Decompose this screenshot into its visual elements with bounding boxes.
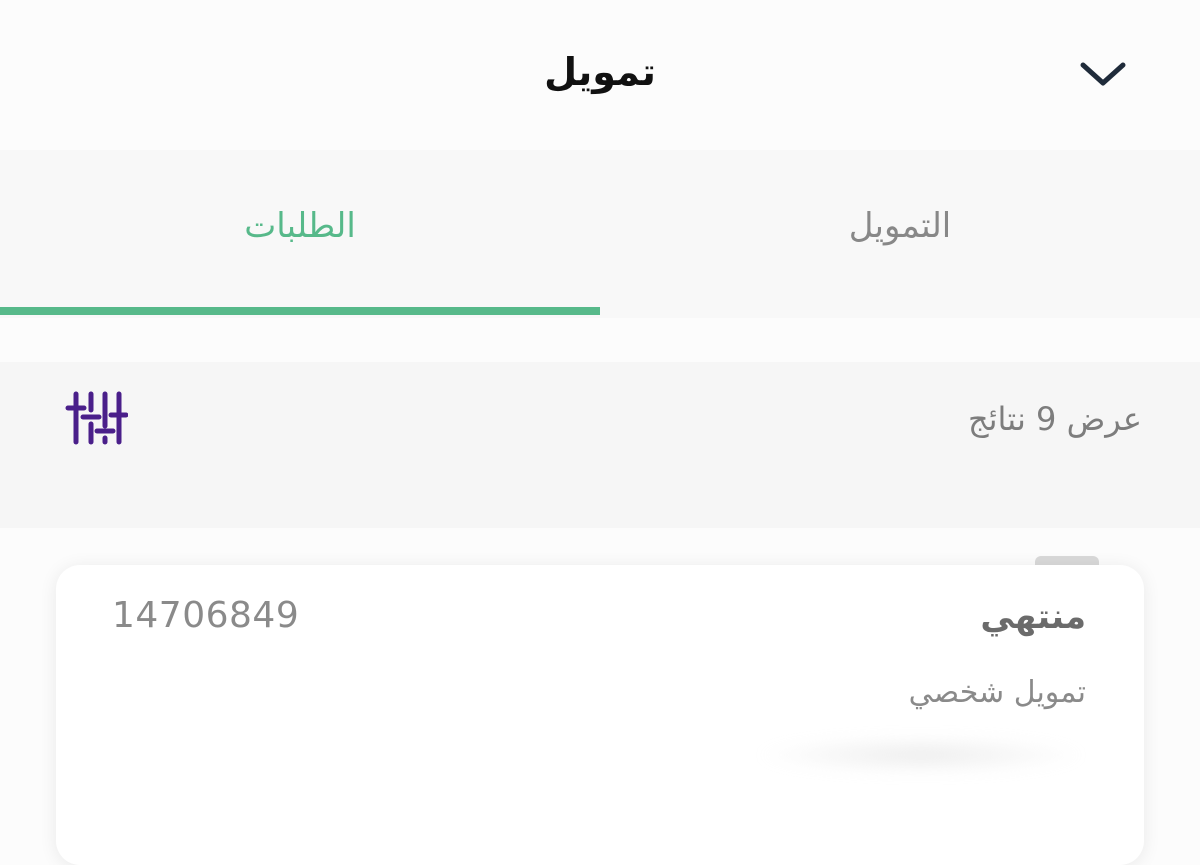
chevron-down-icon [1080,62,1126,86]
sliders-icon [65,391,129,445]
app-header: تمويل [0,0,1200,150]
tab-bar: الطلبات التمويل [0,150,1200,318]
results-bar: عرض 9 نتائج [0,362,1200,528]
tab-requests-label: الطلبات [244,206,356,246]
request-number: 14706849 [112,595,300,636]
faded-content [756,735,1086,775]
tab-requests[interactable]: الطلبات [0,150,600,318]
request-card[interactable]: منتهي 14706849 تمويل شخصي [56,565,1144,865]
financing-type: تمويل شخصي [908,675,1086,710]
tab-financing-label: التمويل [848,206,952,246]
page-title: تمويل [544,50,656,94]
collapse-button[interactable] [1076,52,1130,96]
tab-financing[interactable]: التمويل [600,150,1200,318]
status-badge: منتهي [980,597,1086,637]
results-count: عرض 9 نتائج [967,400,1142,438]
filter-button[interactable] [64,388,129,448]
active-tab-indicator [0,307,600,315]
